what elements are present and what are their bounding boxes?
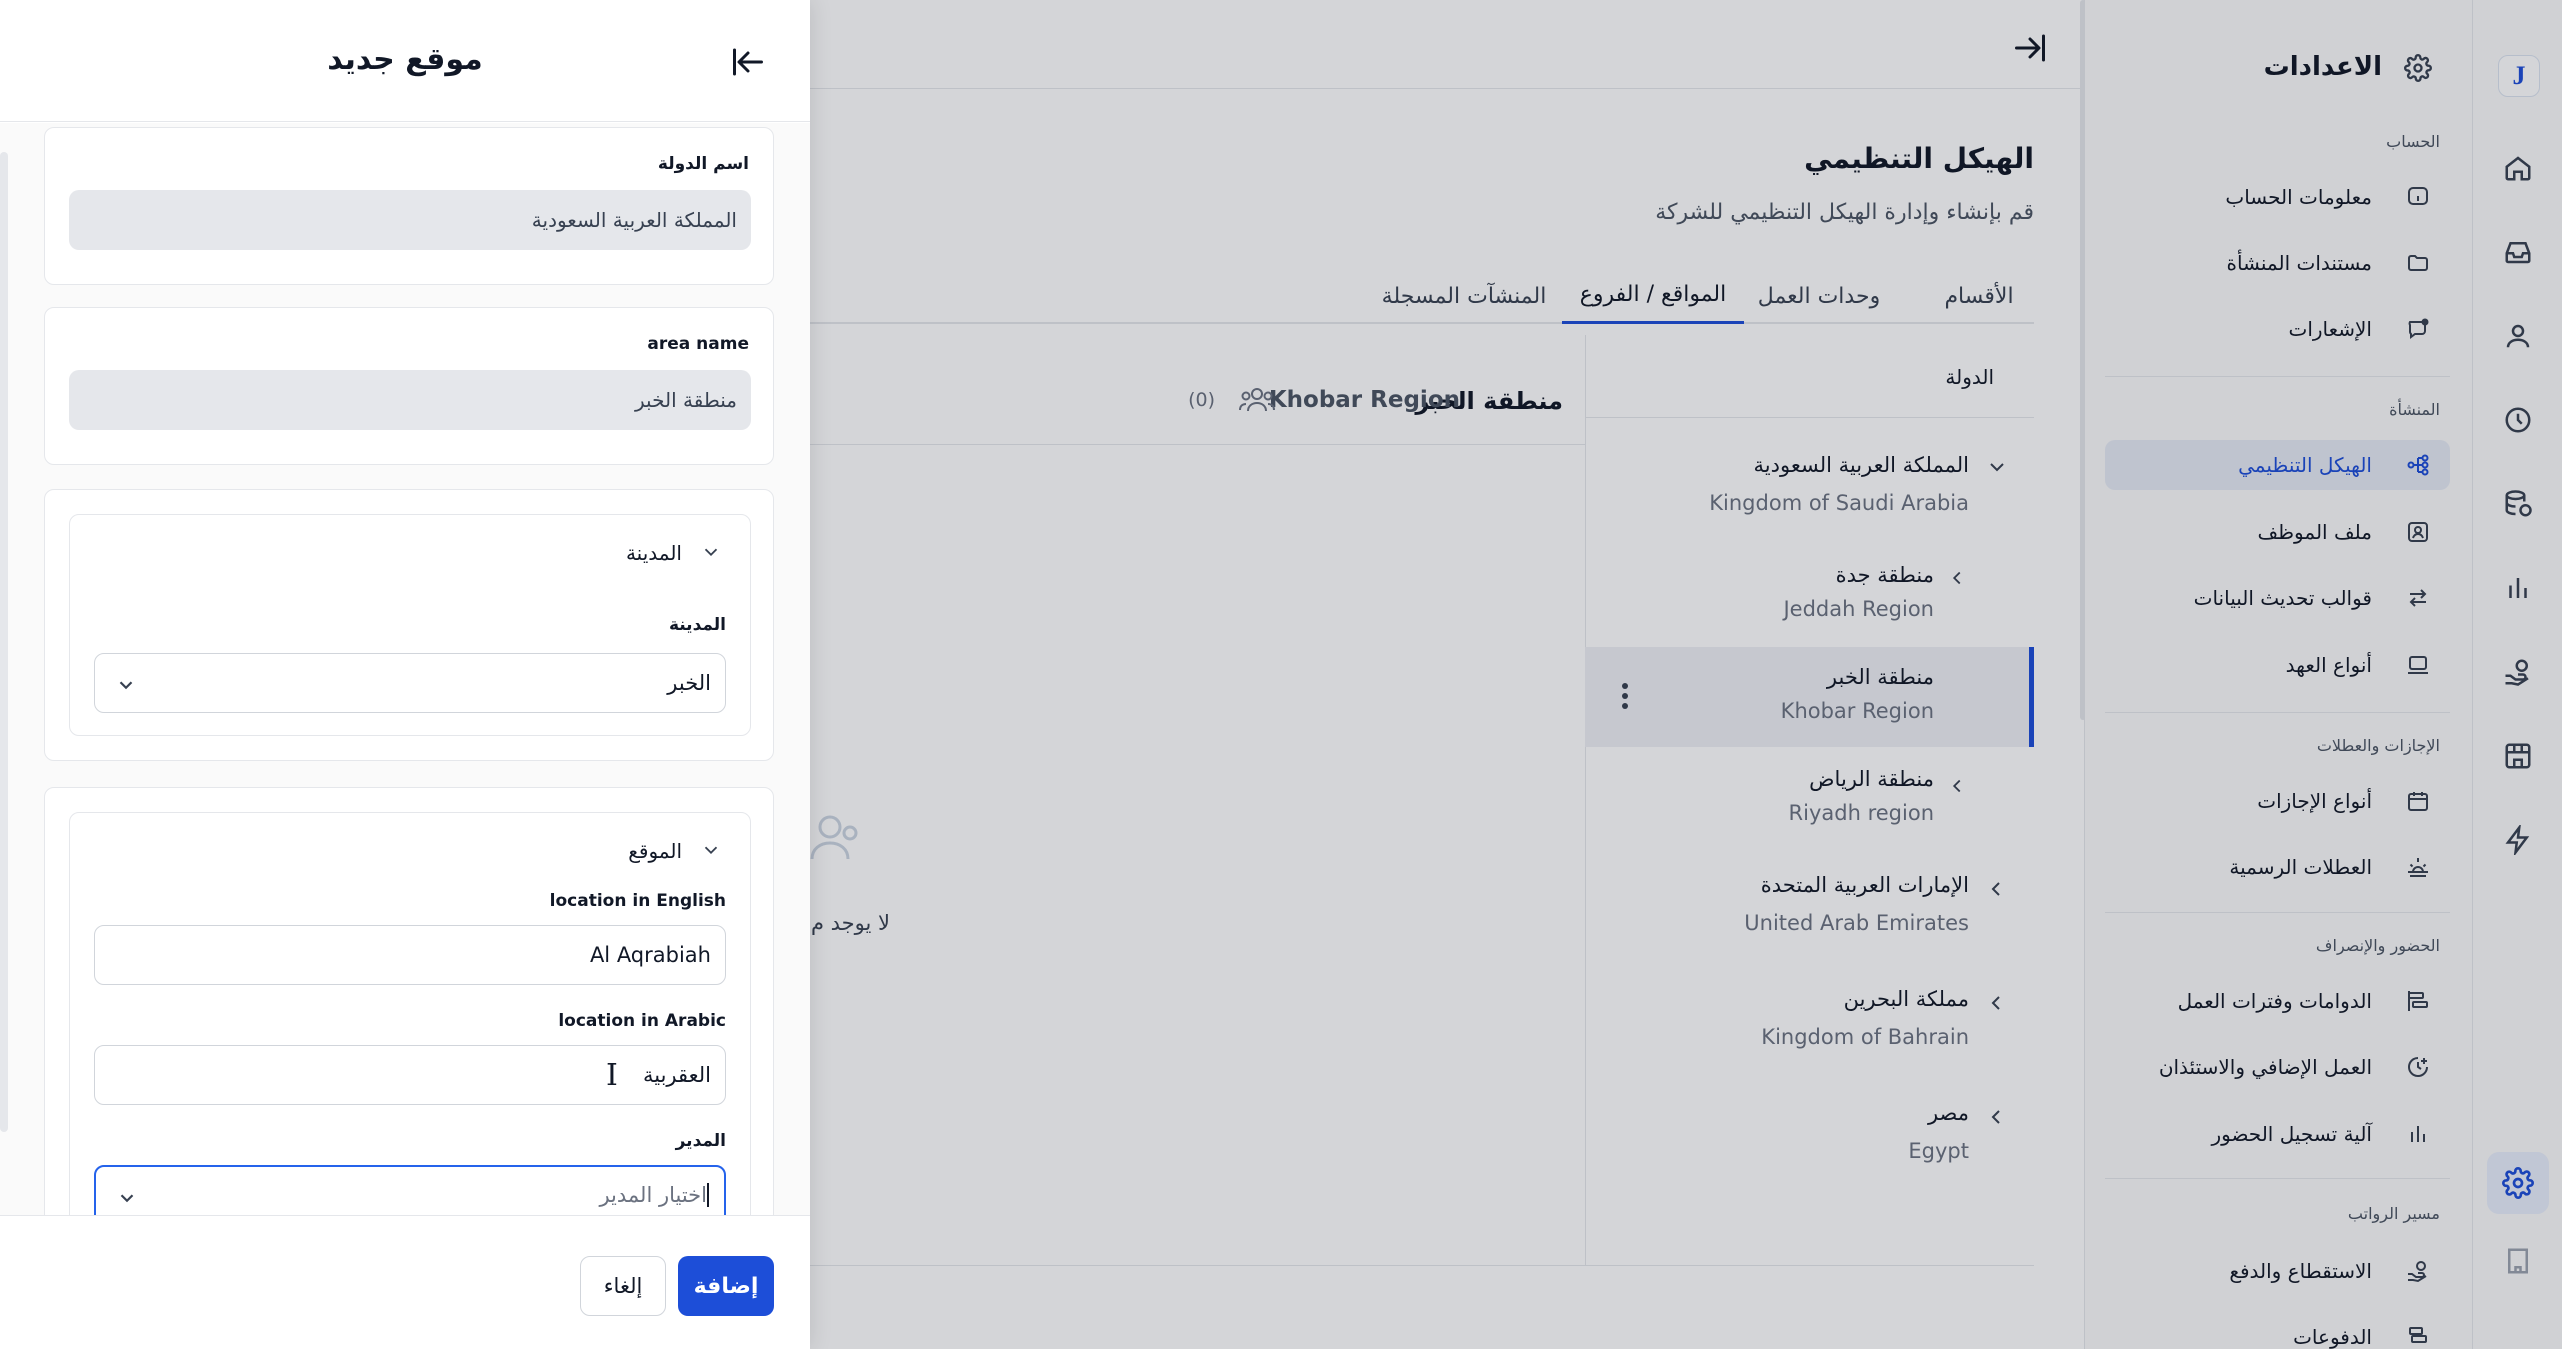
city-card: المدينة المدينة الخبر xyxy=(44,489,774,761)
text-caret xyxy=(707,1183,709,1207)
country-field: المملكة العربية السعودية xyxy=(69,190,751,250)
location-en-input[interactable]: Al Aqrabiah xyxy=(94,925,726,985)
location-en-value: Al Aqrabiah xyxy=(589,943,711,967)
manager-select[interactable]: اختيار المدير xyxy=(94,1165,726,1215)
drawer-title: موقع جديد xyxy=(327,42,483,77)
city-section-title[interactable]: المدينة xyxy=(626,541,682,565)
area-field: منطقة الخبر xyxy=(69,370,751,430)
drawer-body[interactable]: اسم الدولة المملكة العربية السعودية area… xyxy=(0,123,810,1215)
chevron-down-icon[interactable] xyxy=(700,541,722,563)
area-card: area name منطقة الخبر xyxy=(44,307,774,465)
drawer-footer: إضافة إلغاء xyxy=(0,1215,810,1349)
country-label: اسم الدولة xyxy=(657,154,749,174)
city-select-value: الخبر xyxy=(667,671,711,695)
area-label: area name xyxy=(647,334,749,354)
location-ar-value: العقربية xyxy=(642,1063,711,1087)
city-select[interactable]: الخبر xyxy=(94,653,726,713)
app-root: الهيكل التنظيمي قم بإنشاء وإدارة الهيكل … xyxy=(0,0,2562,1349)
location-card: الموقع location in English Al Aqrabiah l… xyxy=(44,787,774,1215)
manager-placeholder: اختيار المدير xyxy=(599,1183,707,1207)
location-ar-input[interactable]: العقربية xyxy=(94,1045,726,1105)
cancel-button[interactable]: إلغاء xyxy=(580,1256,666,1316)
location-ar-label: location in Arabic xyxy=(558,1011,726,1031)
chevron-down-icon xyxy=(116,1187,138,1209)
location-section-title[interactable]: الموقع xyxy=(628,839,682,863)
manager-label: المدير xyxy=(675,1131,726,1151)
chevron-down-icon[interactable] xyxy=(700,839,722,861)
location-en-label: location in English xyxy=(549,891,726,911)
text-cursor-icon: I xyxy=(606,1058,618,1093)
chevron-down-icon xyxy=(115,674,137,696)
drawer-header: موقع جديد xyxy=(0,0,810,122)
country-card: اسم الدولة المملكة العربية السعودية xyxy=(44,127,774,285)
close-drawer-icon[interactable] xyxy=(728,44,768,80)
city-section: المدينة المدينة الخبر xyxy=(69,514,751,736)
add-button[interactable]: إضافة xyxy=(678,1256,774,1316)
location-section: الموقع location in English Al Aqrabiah l… xyxy=(69,812,751,1215)
drawer-scrollbar[interactable] xyxy=(0,152,8,1132)
new-location-drawer: موقع جديد اسم الدولة المملكة العربية الس… xyxy=(0,0,810,1349)
city-label: المدينة xyxy=(668,615,726,635)
